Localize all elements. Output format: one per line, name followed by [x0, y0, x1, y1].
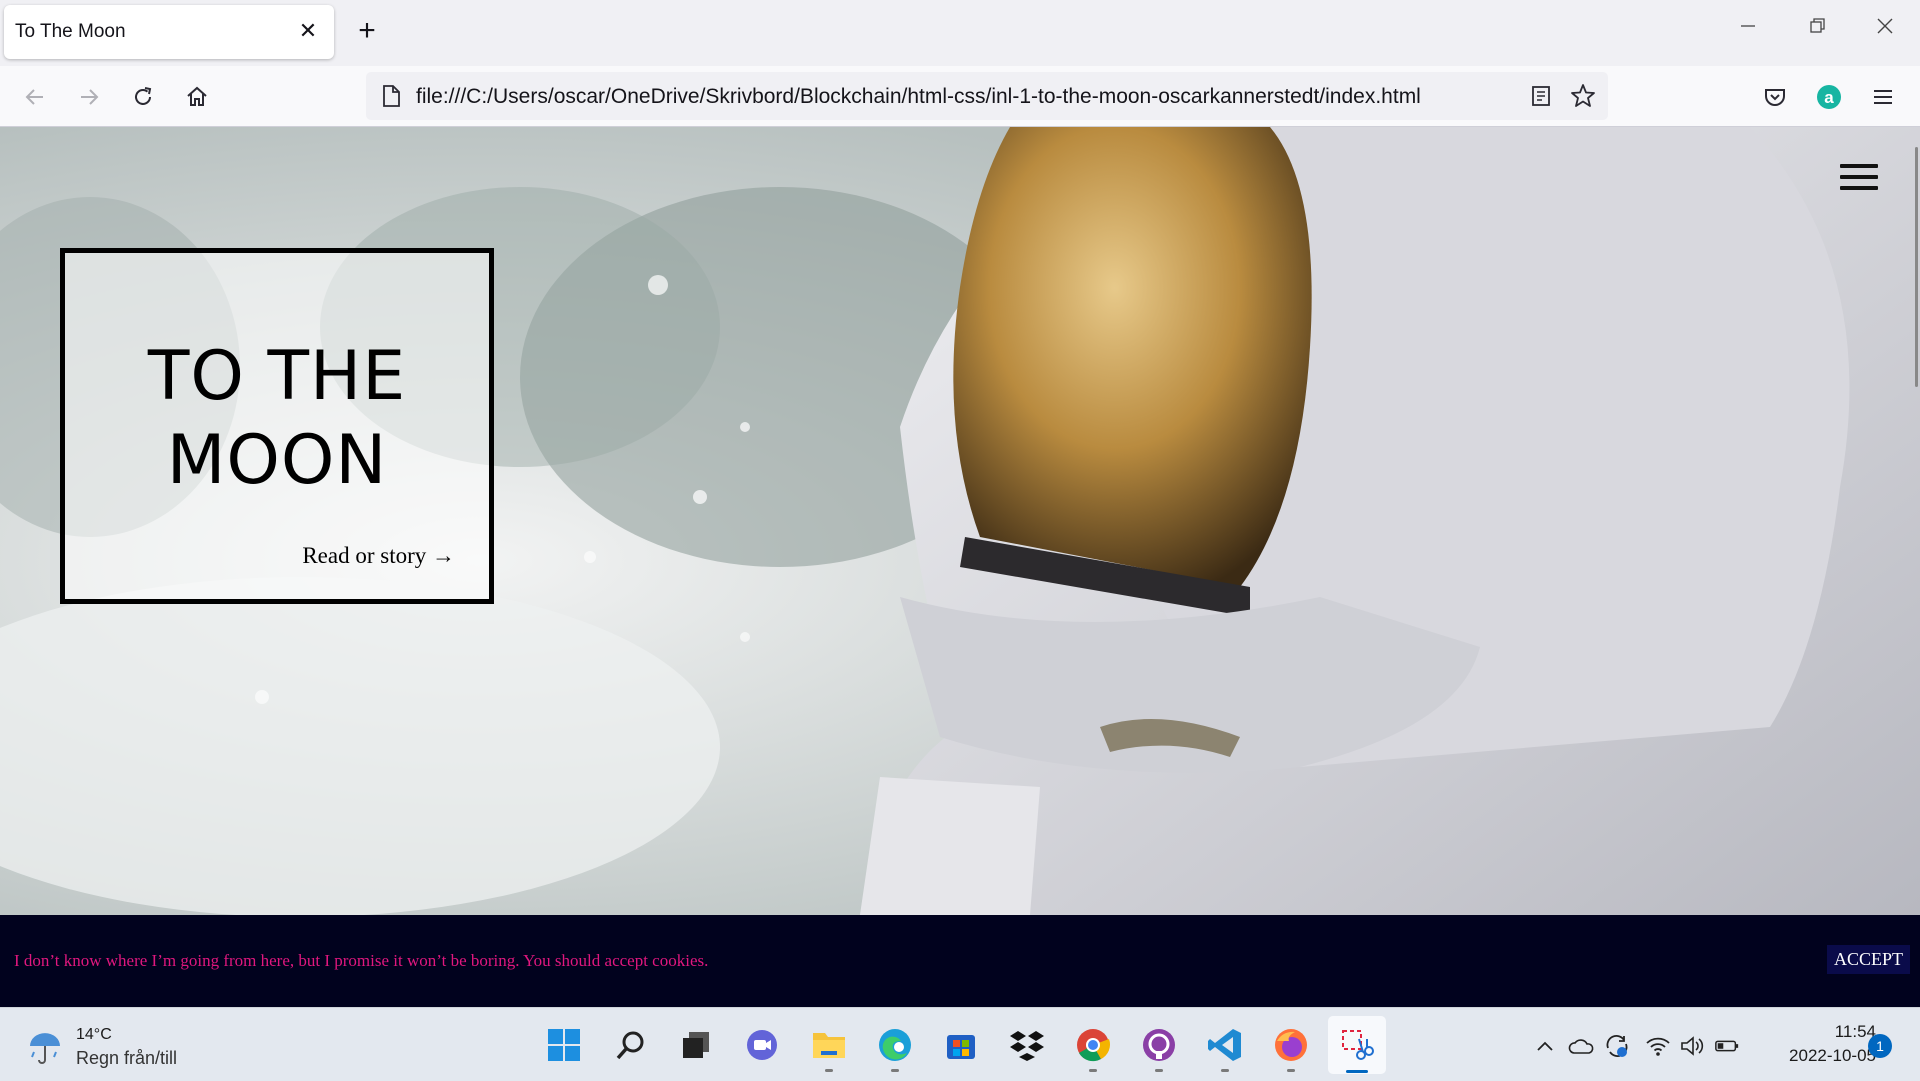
running-indicator: [1221, 1069, 1229, 1072]
teams-chat-icon[interactable]: [741, 1024, 783, 1066]
read-story-link[interactable]: Read or story →: [302, 543, 455, 569]
github-desktop-icon[interactable]: [1138, 1024, 1180, 1072]
battery-icon[interactable]: [1714, 1034, 1740, 1058]
reader-view-icon[interactable]: [1530, 84, 1552, 113]
back-arrow-icon[interactable]: [18, 80, 52, 114]
tab-close-icon[interactable]: ✕: [294, 17, 322, 45]
running-indicator: [891, 1069, 899, 1072]
close-icon[interactable]: [1865, 16, 1905, 50]
page-scrollbar[interactable]: [1912, 127, 1920, 915]
onedrive-icon[interactable]: [1568, 1034, 1594, 1058]
pocket-icon[interactable]: [1758, 80, 1792, 114]
clock-time[interactable]: 11:54: [1816, 1022, 1876, 1042]
running-indicator: [1287, 1069, 1295, 1072]
menu-icon[interactable]: [1866, 80, 1900, 114]
running-indicator: [1155, 1069, 1163, 1072]
cookie-message: I don’t know where I’m going from here, …: [14, 951, 709, 970]
reload-icon[interactable]: [126, 80, 160, 114]
browser-tab[interactable]: To The Moon ✕: [4, 5, 334, 59]
file-explorer-icon[interactable]: [808, 1024, 850, 1072]
weather-rain-icon[interactable]: [26, 1028, 66, 1073]
edge-icon[interactable]: [874, 1024, 916, 1072]
url-text: file:///C:/Users/oscar/OneDrive/Skrivbor…: [416, 85, 1421, 108]
vscode-icon[interactable]: [1204, 1024, 1246, 1072]
chevron-up-icon[interactable]: [1532, 1034, 1558, 1058]
hero-title-box: TO THE MOON Read or story →: [60, 248, 494, 604]
sync-icon[interactable]: [1604, 1034, 1630, 1058]
new-tab-button[interactable]: +: [350, 16, 384, 50]
browser-navigation-bar: file:///C:/Users/oscar/OneDrive/Skrivbor…: [0, 66, 1920, 127]
account-icon[interactable]: a: [1812, 80, 1846, 114]
firefox-icon[interactable]: [1270, 1024, 1312, 1072]
windows-taskbar: 14°C Regn från/till 11:54 2022-10-05 1: [0, 1007, 1920, 1081]
dropbox-icon[interactable]: [1006, 1024, 1048, 1066]
url-bar[interactable]: file:///C:/Users/oscar/OneDrive/Skrivbor…: [366, 72, 1608, 120]
forward-arrow-icon[interactable]: [72, 80, 106, 114]
scrollbar-thumb[interactable]: [1915, 147, 1918, 387]
running-indicator: [825, 1069, 833, 1072]
home-icon[interactable]: [180, 80, 214, 114]
web-page-viewport: TO THE MOON Read or story →: [0, 127, 1920, 915]
restore-icon[interactable]: [1797, 16, 1837, 50]
running-indicator: [1089, 1069, 1097, 1072]
minimize-icon[interactable]: [1728, 16, 1768, 50]
cookie-banner: I don’t know where I’m going from here, …: [0, 915, 1920, 1007]
task-view-icon[interactable]: [675, 1024, 717, 1066]
weather-description: Regn från/till: [76, 1048, 178, 1068]
notification-badge[interactable]: 1: [1868, 1034, 1892, 1058]
clock-date[interactable]: 2022-10-05: [1762, 1046, 1876, 1066]
store-icon[interactable]: [940, 1024, 982, 1066]
chrome-icon[interactable]: [1072, 1024, 1114, 1072]
search-icon[interactable]: [610, 1024, 652, 1066]
active-indicator: [1346, 1070, 1368, 1073]
browser-title-bar: To The Moon ✕ +: [0, 0, 1920, 66]
start-icon[interactable]: [543, 1024, 585, 1066]
hero-title: TO THE MOON: [147, 337, 407, 500]
wifi-icon[interactable]: [1645, 1034, 1671, 1058]
tab-title: To The Moon: [15, 21, 126, 42]
volume-icon[interactable]: [1679, 1034, 1705, 1058]
weather-temperature: 14°C: [76, 1026, 112, 1043]
page-file-icon: [380, 84, 402, 113]
snipping-tool-icon[interactable]: [1328, 1016, 1386, 1074]
svg-text:a: a: [1824, 88, 1834, 107]
accept-cookies-button[interactable]: ACCEPT: [1826, 945, 1910, 974]
hamburger-menu-icon[interactable]: [1840, 164, 1878, 192]
bookmark-star-icon[interactable]: [1570, 83, 1596, 114]
